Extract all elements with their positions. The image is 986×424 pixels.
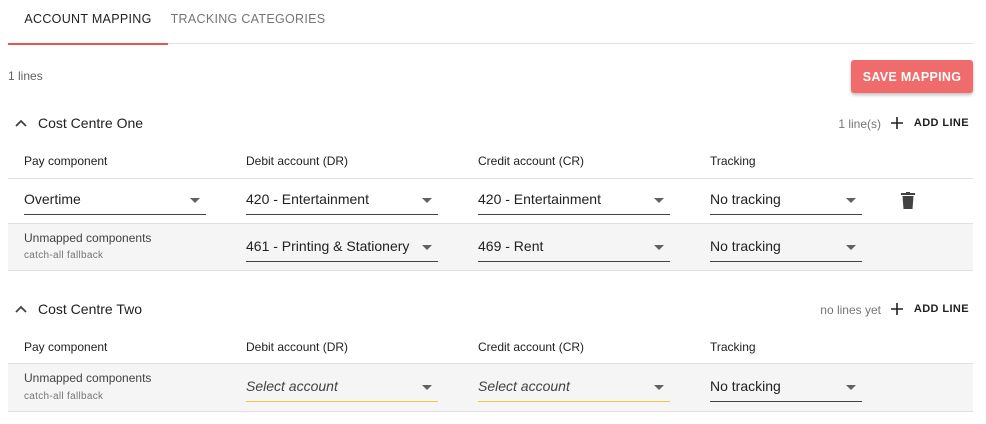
col-header-tracking: Tracking: [710, 154, 756, 168]
credit-account-select[interactable]: 420 - Entertainment: [478, 185, 670, 215]
col-header-debit: Debit account (DR): [246, 340, 349, 354]
unmapped-label: Unmapped components: [24, 231, 152, 245]
add-line-label: ADD LINE: [913, 117, 969, 129]
col-header-credit: Credit account (CR): [478, 340, 585, 354]
unmapped-sublabel: catch-all fallback: [24, 250, 104, 261]
dropdown-arrow-icon: [846, 198, 856, 203]
trash-icon[interactable]: [901, 192, 915, 210]
select-value: No tracking: [710, 191, 781, 207]
save-mapping-button[interactable]: SAVE MAPPING: [851, 60, 973, 93]
select-value: 420 - Entertainment: [478, 191, 601, 207]
tab-account-mapping[interactable]: ACCOUNT MAPPING: [8, 0, 168, 45]
plus-icon: [890, 303, 903, 315]
section-title: Cost Centre One: [38, 115, 144, 131]
tab-bar: ACCOUNT MAPPING TRACKING CATEGORIES: [8, 0, 973, 45]
select-value: No tracking: [710, 238, 781, 254]
add-line-button[interactable]: ADD LINE: [890, 299, 969, 319]
debit-account-select[interactable]: 420 - Entertainment: [246, 185, 438, 215]
add-line-button[interactable]: ADD LINE: [890, 113, 969, 133]
chevron-up-icon[interactable]: [14, 116, 28, 130]
select-value: 469 - Rent: [478, 238, 544, 254]
section-title: Cost Centre Two: [38, 301, 143, 317]
dropdown-arrow-icon: [422, 245, 432, 250]
pay-component-select[interactable]: Overtime: [24, 185, 206, 215]
dropdown-arrow-icon: [846, 245, 856, 250]
select-value: 461 - Printing & Stationery: [246, 238, 410, 254]
unmapped-tracking-select[interactable]: No tracking: [710, 232, 862, 262]
section-line-count: no lines yet: [820, 303, 881, 317]
dropdown-arrow-icon: [190, 198, 200, 203]
tab-tracking-categories[interactable]: TRACKING CATEGORIES: [168, 0, 328, 44]
unmapped-sublabel: catch-all fallback: [24, 391, 104, 402]
dropdown-arrow-icon: [654, 245, 664, 250]
col-header-debit: Debit account (DR): [246, 154, 349, 168]
select-value: Overtime: [24, 191, 81, 207]
select-value: 420 - Entertainment: [246, 191, 369, 207]
section-line-count: 1 line(s): [838, 117, 881, 131]
chevron-up-icon[interactable]: [14, 302, 28, 316]
dropdown-arrow-icon: [422, 198, 432, 203]
col-header-tracking: Tracking: [710, 340, 756, 354]
select-placeholder: Select account: [478, 378, 570, 394]
unmapped-credit-select[interactable]: 469 - Rent: [478, 232, 670, 262]
unmapped-label: Unmapped components: [24, 371, 152, 385]
section-header-cost-centre-one: Cost Centre One 1 line(s) ADD LINE: [8, 112, 973, 138]
dropdown-arrow-icon: [422, 385, 432, 390]
dropdown-arrow-icon: [654, 385, 664, 390]
add-line-label: ADD LINE: [913, 303, 969, 315]
unmapped-debit-select[interactable]: Select account: [246, 372, 438, 402]
tracking-select[interactable]: No tracking: [710, 185, 862, 215]
select-value: No tracking: [710, 378, 781, 394]
unmapped-debit-select[interactable]: 461 - Printing & Stationery: [246, 232, 438, 262]
col-header-pay-component: Pay component: [24, 154, 108, 168]
select-placeholder: Select account: [246, 378, 338, 394]
col-header-pay-component: Pay component: [24, 340, 108, 354]
section-header-cost-centre-two: Cost Centre Two no lines yet ADD LINE: [8, 298, 973, 324]
lines-count: 1 lines: [8, 69, 43, 83]
dropdown-arrow-icon: [846, 385, 856, 390]
col-header-credit: Credit account (CR): [478, 154, 585, 168]
unmapped-credit-select[interactable]: Select account: [478, 372, 670, 402]
dropdown-arrow-icon: [654, 198, 664, 203]
unmapped-tracking-select[interactable]: No tracking: [710, 372, 862, 402]
divider: [8, 270, 973, 271]
plus-icon: [890, 117, 903, 129]
divider: [8, 411, 973, 412]
divider: [8, 178, 973, 179]
